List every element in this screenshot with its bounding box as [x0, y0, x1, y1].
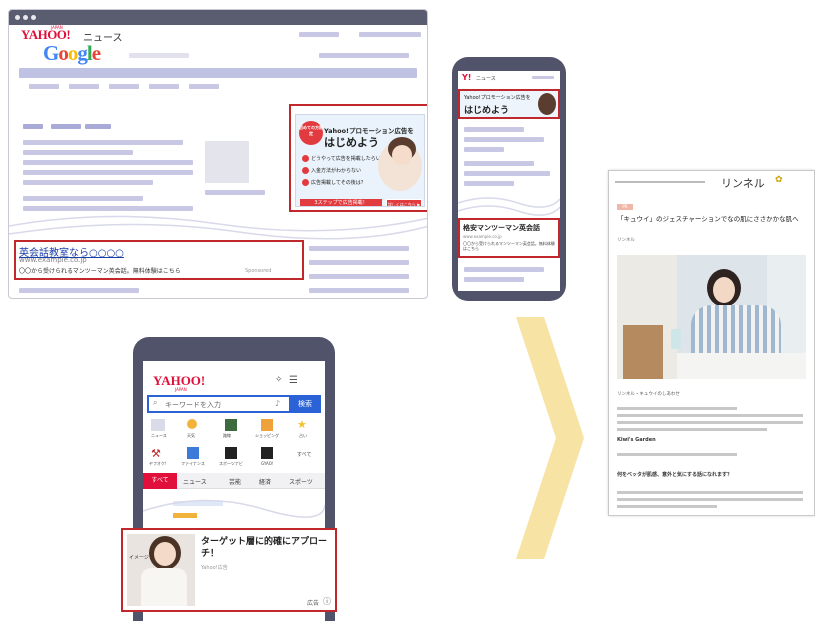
tab-entertainment[interactable]: 芸能 [229, 477, 241, 486]
search-ad-url: www.example.co.jp [19, 256, 87, 264]
phone-ad-desc: 〇〇から受けられるマンツーマン英会話。無料体験はこちら [463, 241, 555, 251]
display-ad-creative[interactable]: 初めての方限定 Yahoo!プロモーション広告を はじめよう どうやって広告を掲… [295, 114, 425, 207]
search-button[interactable]: 検索 [289, 395, 321, 413]
weather-icon[interactable]: ✧ [275, 375, 283, 385]
native-ad-sponsor: Yahoo!広告 [201, 565, 228, 571]
auction-hammer-icon[interactable]: ⚒ [151, 447, 161, 460]
desktop-browser-mock: YAHOO! ニュース JAPAN Google 初めての方限定 Yahoo!プ… [8, 9, 428, 299]
icon-label: 天気 [187, 433, 195, 438]
search-box[interactable] [129, 53, 189, 58]
thumbnail-placeholder [205, 141, 249, 183]
ad-step: 入金方法がわからない [302, 167, 361, 174]
image-caption: イメージ [129, 555, 149, 561]
google-logo: Google [43, 41, 101, 65]
search-icon: ⌕ [153, 398, 158, 407]
wooden-stool [623, 325, 663, 379]
native-ad-title[interactable]: ターゲット層に的確にアプローチ！ [201, 536, 333, 560]
icon-label: 路線 [223, 433, 231, 438]
smartphone-mock-top: Y! ニュース Yahoo!プロモーション広告を はじめよう 格安マンツーマン英… [452, 57, 566, 301]
window-dot [15, 15, 20, 20]
tab-economy[interactable]: 経済 [259, 477, 271, 486]
info-icon[interactable]: ⓘ [323, 596, 331, 607]
search-bar[interactable]: ⌕ キーワードを入力 ♪ 検索 [147, 395, 321, 413]
article-subheading: 何をベッタが肌感、意外と気にする話になれます？ [617, 472, 733, 478]
author: リンネル [617, 238, 635, 243]
hero-photo [617, 255, 806, 379]
yahoo-mini-logo: Y! [462, 73, 472, 82]
all-services-link[interactable]: すべて [297, 451, 311, 458]
phone-screen: Y! ニュース Yahoo!プロモーション広告を はじめよう 格安マンツーマン英… [458, 71, 560, 291]
phone-ad-title[interactable]: 格安マンツーマン英会話 [463, 223, 540, 233]
sports-icon[interactable] [225, 447, 237, 459]
native-ad-image: イメージ [127, 534, 195, 606]
banner-headline-large: はじめよう [464, 106, 510, 116]
tab-all[interactable]: すべて [143, 473, 177, 489]
display-ad[interactable]: 初めての方限定 Yahoo!プロモーション広告を はじめよう どうやって広告を掲… [289, 104, 427, 212]
icon-label: ショッピング [255, 433, 279, 438]
phone-search-ad[interactable]: 格安マンツーマン英会話 www.example.co.jp 〇〇から受けられるマ… [458, 218, 560, 258]
icon-label: ニュース [151, 433, 167, 438]
icon-label: 占い [299, 433, 307, 438]
icon-label: ファイナンス [181, 461, 205, 466]
weather-sun-icon[interactable] [187, 419, 197, 429]
train-icon[interactable] [225, 419, 237, 431]
icon-label: GYAO! [261, 461, 274, 466]
search-ad-description: 〇〇から受けられるマンツーマン英会話。無料体験はこちら [19, 268, 181, 275]
logo-mark-icon: ✿ [775, 175, 783, 185]
news-label: ニュース [476, 76, 496, 82]
woman-photo [538, 93, 556, 115]
sponsored-note: Sponsored [245, 268, 272, 274]
search-input[interactable]: キーワードを入力 [165, 400, 221, 410]
category-badge: PR [617, 204, 633, 210]
ad-cta-label: 3ステップで広告掲載！ [300, 199, 382, 206]
tab-news[interactable]: ニュース [183, 477, 207, 486]
tab-bar: すべて ニュース 芸能 経済 スポーツ [143, 473, 325, 489]
ad-step: 広告掲載してその後は？ [302, 179, 366, 186]
flow-arrow [516, 317, 584, 559]
wave-decoration [458, 197, 560, 216]
phone-ad-url: www.example.co.jp [463, 234, 502, 239]
photo-caption: リンネル・キュウイのしあわせ [617, 392, 680, 397]
wave-decoration [143, 499, 325, 518]
brand-label: Kiwi's Garden [617, 437, 656, 443]
promo-badge: 初めての方限定 [299, 121, 323, 145]
woman-face [392, 145, 412, 165]
banner-headline-small: Yahoo!プロモーション広告を [464, 95, 531, 101]
window-dot [23, 15, 28, 20]
shopping-icon[interactable] [261, 419, 273, 431]
star-icon[interactable]: ★ [297, 418, 307, 431]
tab-sports[interactable]: スポーツ [289, 477, 313, 486]
browser-title-bar [9, 10, 427, 25]
window-dot [31, 15, 36, 20]
gyao-icon[interactable] [261, 447, 273, 459]
site-logo: リンネル [721, 177, 765, 190]
nav-bar [19, 68, 417, 78]
news-icon[interactable] [151, 419, 165, 431]
mic-icon[interactable]: ♪ [275, 399, 280, 408]
yahoo-japan-label: JAPAN [175, 387, 187, 392]
ad-headline-large: はじめよう [324, 136, 379, 149]
yahoo-japan-label: JAPAN [51, 25, 63, 30]
ad-label: 広告 [307, 600, 320, 607]
menu-icon[interactable]: ☰ [289, 375, 298, 386]
article-title: 「キュウイ」のジェスチャーションでなの肌にささかかな肌へ [617, 215, 799, 223]
icon-label: ヤフオク! [149, 461, 167, 466]
ad-cta-button[interactable]: 詳しくはこちら ▶ [386, 199, 422, 206]
icon-label: スポーツナビ [219, 461, 243, 466]
native-ad[interactable]: イメージ ターゲット層に的確にアプローチ！ Yahoo!広告 広告 ⓘ [121, 528, 337, 612]
finance-icon[interactable] [187, 447, 199, 459]
phone-banner-ad[interactable]: Yahoo!プロモーション広告を はじめよう [458, 89, 560, 119]
glass [671, 329, 681, 349]
article-page: リンネル ✿ PR 「キュウイ」のジェスチャーションでなの肌にささかかな肌へ リ… [608, 170, 815, 516]
